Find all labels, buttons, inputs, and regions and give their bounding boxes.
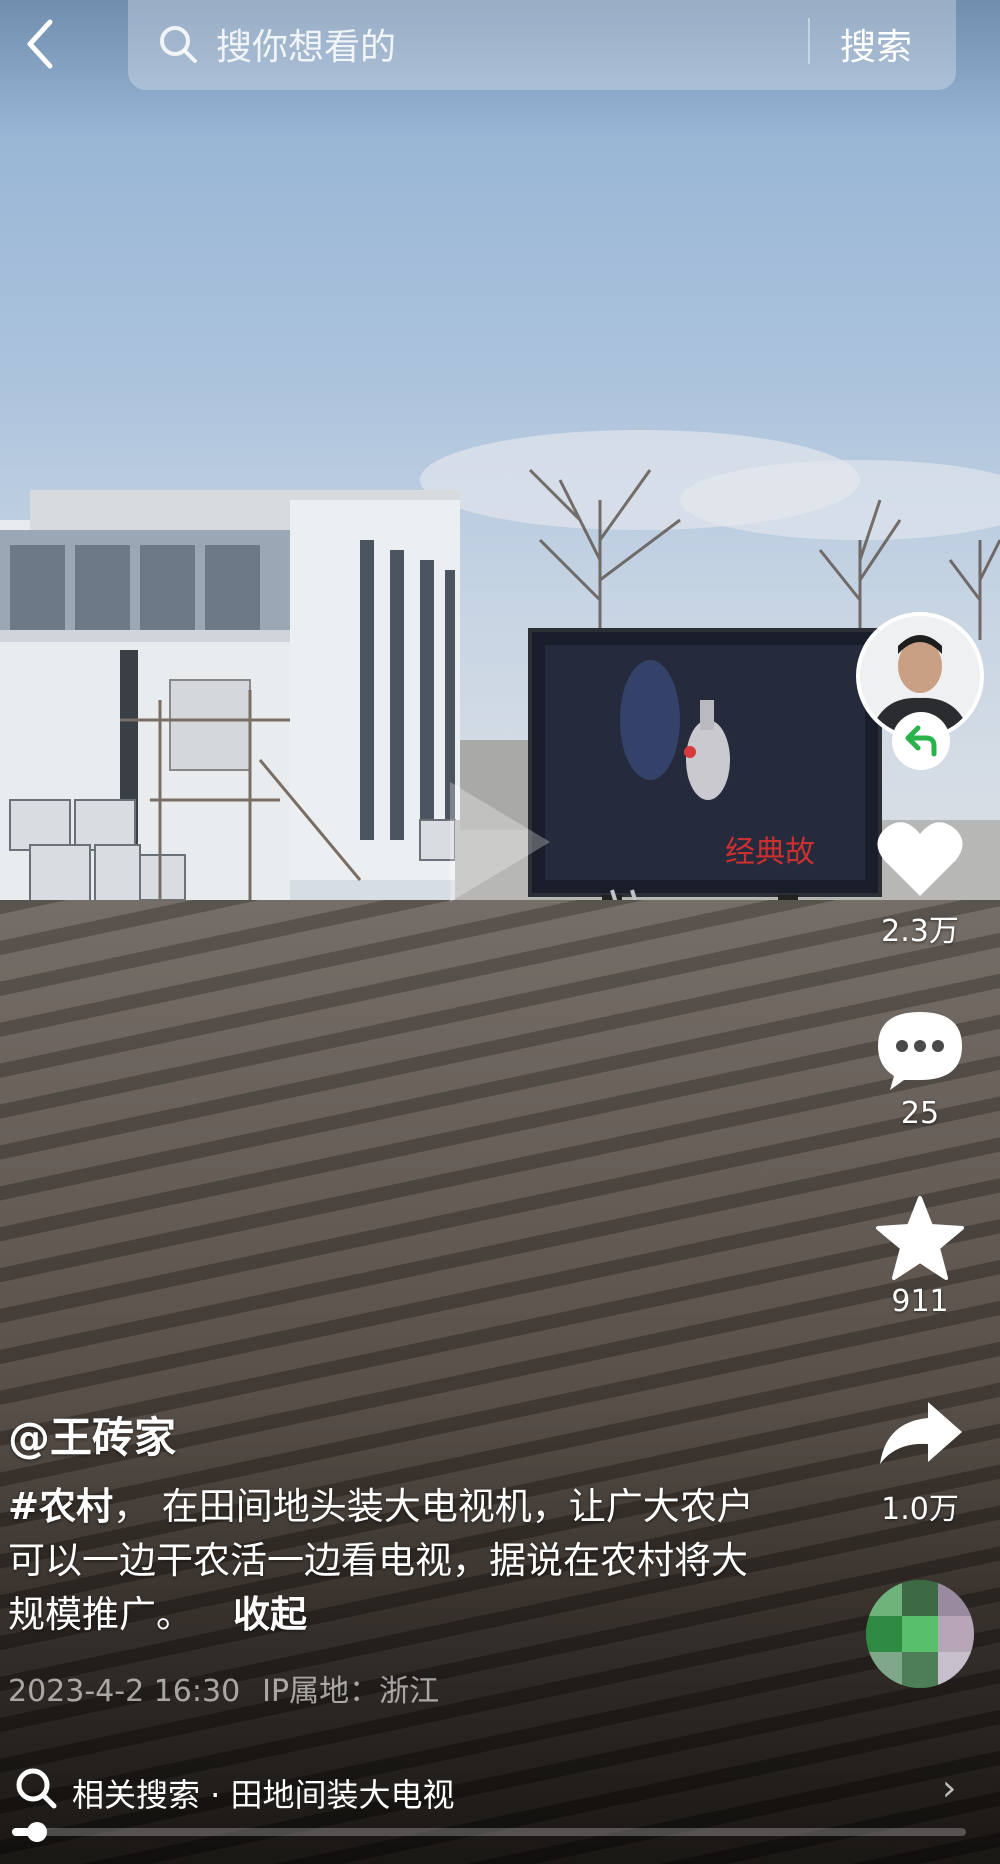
collapse-button[interactable]: 收起 [233, 1593, 307, 1636]
search-icon [160, 26, 197, 63]
follow-icon [905, 725, 937, 757]
music-disc[interactable] [866, 1580, 974, 1688]
share-button[interactable]: 1.0万 [866, 1394, 974, 1528]
favorite-button[interactable]: 911 [866, 1194, 974, 1319]
tv-screen-caption: 经典故 [725, 835, 815, 870]
music-cover [866, 1580, 974, 1688]
follow-button[interactable] [892, 712, 950, 770]
chevron-right-icon: › [942, 1768, 957, 1809]
post-meta: 2023-4-2 16:30 IP属地：浙江 [8, 1666, 439, 1710]
related-search-text[interactable]: 相关搜索 · 田地间装大电视 [72, 1770, 455, 1816]
post-datetime: 2023-4-2 16:30 [8, 1674, 241, 1709]
playback-progress-bar[interactable] [12, 1822, 966, 1842]
comment-button[interactable]: 25 [866, 1006, 974, 1131]
heart-icon [877, 822, 963, 896]
related-search-bar[interactable]: 相关搜索 · 田地间装大电视 › [0, 1756, 1000, 1824]
play-icon[interactable] [440, 772, 560, 912]
ip-location: IP属地：浙江 [262, 1674, 440, 1709]
share-icon [880, 1402, 962, 1464]
favorite-count: 911 [891, 1284, 949, 1319]
comment-count: 25 [900, 1096, 940, 1131]
search-button[interactable]: 搜索 [840, 18, 912, 70]
hashtag-link[interactable]: #农村 [8, 1485, 113, 1528]
search-divider [808, 18, 810, 64]
back-button[interactable] [18, 16, 62, 72]
like-button[interactable]: 2.3万 [866, 816, 974, 950]
star-icon [876, 1196, 964, 1280]
search-icon [16, 1768, 57, 1809]
video-description: #农村， 在田间地头装大电视机，让广大农户可以一边干农活一边看电视，据说在农村将… [8, 1480, 768, 1642]
progress-handle[interactable] [27, 1822, 48, 1842]
share-count: 1.0万 [881, 1492, 959, 1527]
search-input[interactable]: 搜你想看的 [216, 18, 396, 70]
like-count: 2.3万 [881, 914, 959, 949]
search-bar[interactable]: 搜你想看的 搜索 [128, 0, 956, 90]
author-handle[interactable]: @王砖家 [8, 1404, 176, 1465]
description-text: ， 在田间地头装大电视机，让广大农户可以一边干农活一边看电视，据说在农村将大规模… [8, 1485, 754, 1636]
comment-icon [878, 1012, 962, 1090]
back-arrow-icon [27, 19, 53, 69]
